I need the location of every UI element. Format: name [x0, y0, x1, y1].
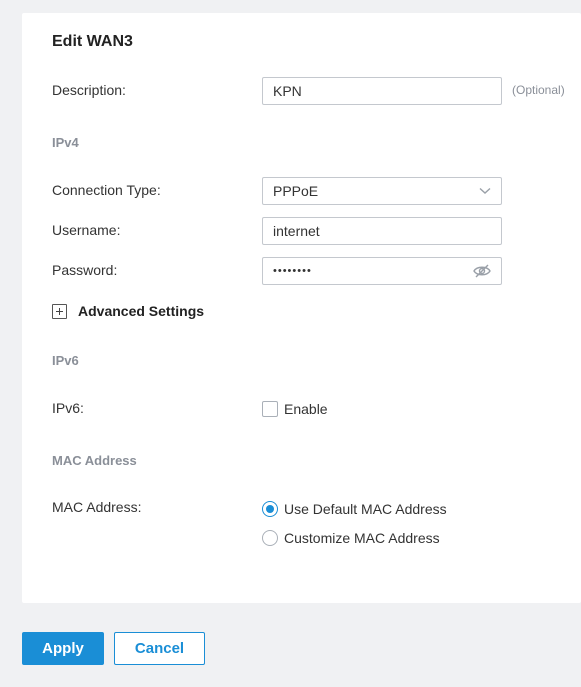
chevron-down-icon	[479, 187, 491, 195]
description-input[interactable]: KPN	[262, 77, 502, 105]
description-label: Description:	[52, 82, 126, 98]
eye-off-icon[interactable]	[473, 264, 491, 278]
password-label: Password:	[52, 262, 118, 278]
page-title: Edit WAN3	[52, 33, 133, 50]
username-value: internet	[273, 223, 320, 239]
ipv6-section-heading: IPv6	[52, 353, 79, 368]
mac-custom-option[interactable]: Customize MAC Address	[262, 530, 440, 546]
connection-type-value: PPPoE	[273, 183, 319, 199]
plus-square-icon	[52, 303, 67, 319]
connection-type-select[interactable]: PPPoE	[262, 177, 502, 205]
username-label: Username:	[52, 222, 121, 238]
advanced-settings-toggle[interactable]: Advanced Settings	[52, 303, 204, 319]
mac-default-label: Use Default MAC Address	[284, 501, 447, 517]
mac-custom-radio[interactable]	[262, 530, 278, 546]
mac-custom-label: Customize MAC Address	[284, 530, 440, 546]
advanced-settings-label: Advanced Settings	[78, 303, 205, 319]
mac-section-heading: MAC Address	[52, 453, 137, 468]
mac-address-label: MAC Address:	[52, 499, 142, 515]
ipv6-label: IPv6:	[52, 400, 84, 416]
username-input[interactable]: internet	[262, 217, 502, 245]
connection-type-label: Connection Type:	[52, 182, 161, 198]
password-input[interactable]: ••••••••	[262, 257, 502, 285]
password-value: ••••••••	[273, 265, 312, 277]
ipv6-enable-option[interactable]: Enable	[262, 401, 328, 417]
ipv4-section-heading: IPv4	[52, 135, 79, 150]
ipv6-enable-label: Enable	[284, 401, 328, 417]
edit-wan-card: Edit WAN3 Description: KPN (Optional) IP…	[22, 13, 581, 603]
cancel-button[interactable]: Cancel	[114, 632, 205, 665]
description-value: KPN	[273, 83, 302, 99]
apply-button[interactable]: Apply	[22, 632, 104, 665]
ipv6-enable-checkbox[interactable]	[262, 401, 278, 417]
mac-default-option[interactable]: Use Default MAC Address	[262, 501, 447, 517]
mac-default-radio[interactable]	[262, 501, 278, 517]
optional-hint: (Optional)	[512, 83, 565, 97]
